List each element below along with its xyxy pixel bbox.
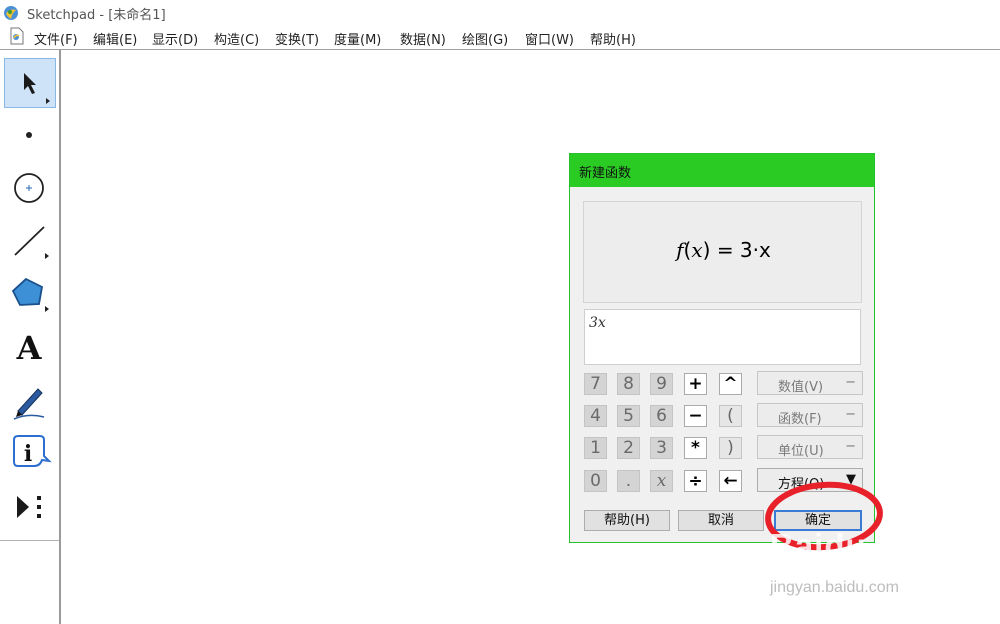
key-8: 8 xyxy=(617,373,640,395)
expression-text: 3x xyxy=(589,315,606,331)
polygon-tool[interactable] xyxy=(4,269,56,319)
window-title: Sketchpad - [未命名1] xyxy=(27,8,166,23)
compass-tool[interactable] xyxy=(4,163,56,213)
text-icon: A xyxy=(16,329,43,367)
custom-tools-icon xyxy=(17,496,41,518)
document-icon xyxy=(10,27,24,45)
circle-icon xyxy=(14,173,44,203)
key-0: 0 xyxy=(584,470,607,492)
key-4: 4 xyxy=(584,405,607,427)
toolbox-separator xyxy=(0,540,59,541)
key-decimal: . xyxy=(617,470,640,492)
menu-construct[interactable]: 构造(C) xyxy=(214,29,259,48)
menu-graph[interactable]: 绘图(G) xyxy=(462,29,508,48)
menu-display[interactable]: 显示(D) xyxy=(152,29,198,48)
watermark-brand: Baidu xyxy=(770,527,867,564)
key-6: 6 xyxy=(650,405,673,427)
key-9: 9 xyxy=(650,373,673,395)
function-preview: f(x) = 3·x xyxy=(583,201,862,303)
point-tool[interactable] xyxy=(4,110,56,160)
straightedge-tool[interactable] xyxy=(4,216,56,266)
key-open-paren[interactable]: ( xyxy=(719,405,742,427)
text-tool[interactable]: A xyxy=(4,322,56,372)
key-1: 1 xyxy=(584,437,607,459)
expression-input[interactable]: 3x xyxy=(584,309,861,365)
line-segment-icon xyxy=(14,226,49,259)
text-tool-glyph: A xyxy=(16,329,43,367)
sketchpad-logo-icon xyxy=(4,6,18,20)
key-x: x xyxy=(650,470,673,492)
title-bar: Sketchpad - [未命名1] xyxy=(0,0,1000,26)
polygon-icon xyxy=(11,277,49,312)
menu-edit[interactable]: 编辑(E) xyxy=(93,29,137,48)
key-3: 3 xyxy=(650,437,673,459)
key-7: 7 xyxy=(584,373,607,395)
key-minus[interactable]: − xyxy=(684,405,707,427)
key-5: 5 xyxy=(617,405,640,427)
units-button: 单位(U) − xyxy=(757,435,863,459)
functions-button: 函数(F) − xyxy=(757,403,863,427)
cancel-button[interactable]: 取消 xyxy=(678,510,764,531)
baidu-watermark: Baidu 经验 jingyan.baidu.com xyxy=(770,525,950,605)
key-2: 2 xyxy=(617,437,640,459)
info-icon: i xyxy=(13,435,52,467)
preview-expression: f(x) = 3·x xyxy=(676,238,771,262)
key-multiply[interactable]: * xyxy=(684,437,707,459)
key-power[interactable]: ^ xyxy=(719,373,742,395)
information-tool[interactable]: i xyxy=(4,428,56,478)
key-plus[interactable]: + xyxy=(684,373,707,395)
menu-bar: 文件(F) 编辑(E) 显示(D) 构造(C) 变换(T) 度量(M) 数据(N… xyxy=(0,26,1000,48)
key-close-paren[interactable]: ) xyxy=(719,437,742,459)
menu-data[interactable]: 数据(N) xyxy=(400,29,446,48)
marker-tool[interactable] xyxy=(4,375,56,425)
menu-window[interactable]: 窗口(W) xyxy=(525,29,574,48)
svg-text:i: i xyxy=(24,441,32,467)
menu-help[interactable]: 帮助(H) xyxy=(590,29,636,48)
menu-measure[interactable]: 度量(M) xyxy=(334,29,381,48)
help-button[interactable]: 帮助(H) xyxy=(584,510,670,531)
key-backspace[interactable]: ← xyxy=(719,470,742,492)
arrow-select-tool[interactable] xyxy=(4,58,56,108)
marker-pen-icon xyxy=(13,388,45,420)
dialog-title-bar[interactable]: 新建函数 xyxy=(570,154,874,187)
toolbox: A i xyxy=(0,50,61,624)
menu-transform[interactable]: 变换(T) xyxy=(275,29,319,48)
values-button: 数值(V) − xyxy=(757,371,863,395)
watermark-cn: 经验 xyxy=(878,539,931,569)
menu-file[interactable]: 文件(F) xyxy=(34,29,78,48)
arrow-icon xyxy=(24,73,50,104)
custom-tool[interactable] xyxy=(4,482,56,532)
watermark-url: jingyan.baidu.com xyxy=(770,579,899,596)
point-icon xyxy=(26,132,32,138)
key-divide[interactable]: ÷ xyxy=(684,470,707,492)
dialog-title: 新建函数 xyxy=(579,166,632,181)
